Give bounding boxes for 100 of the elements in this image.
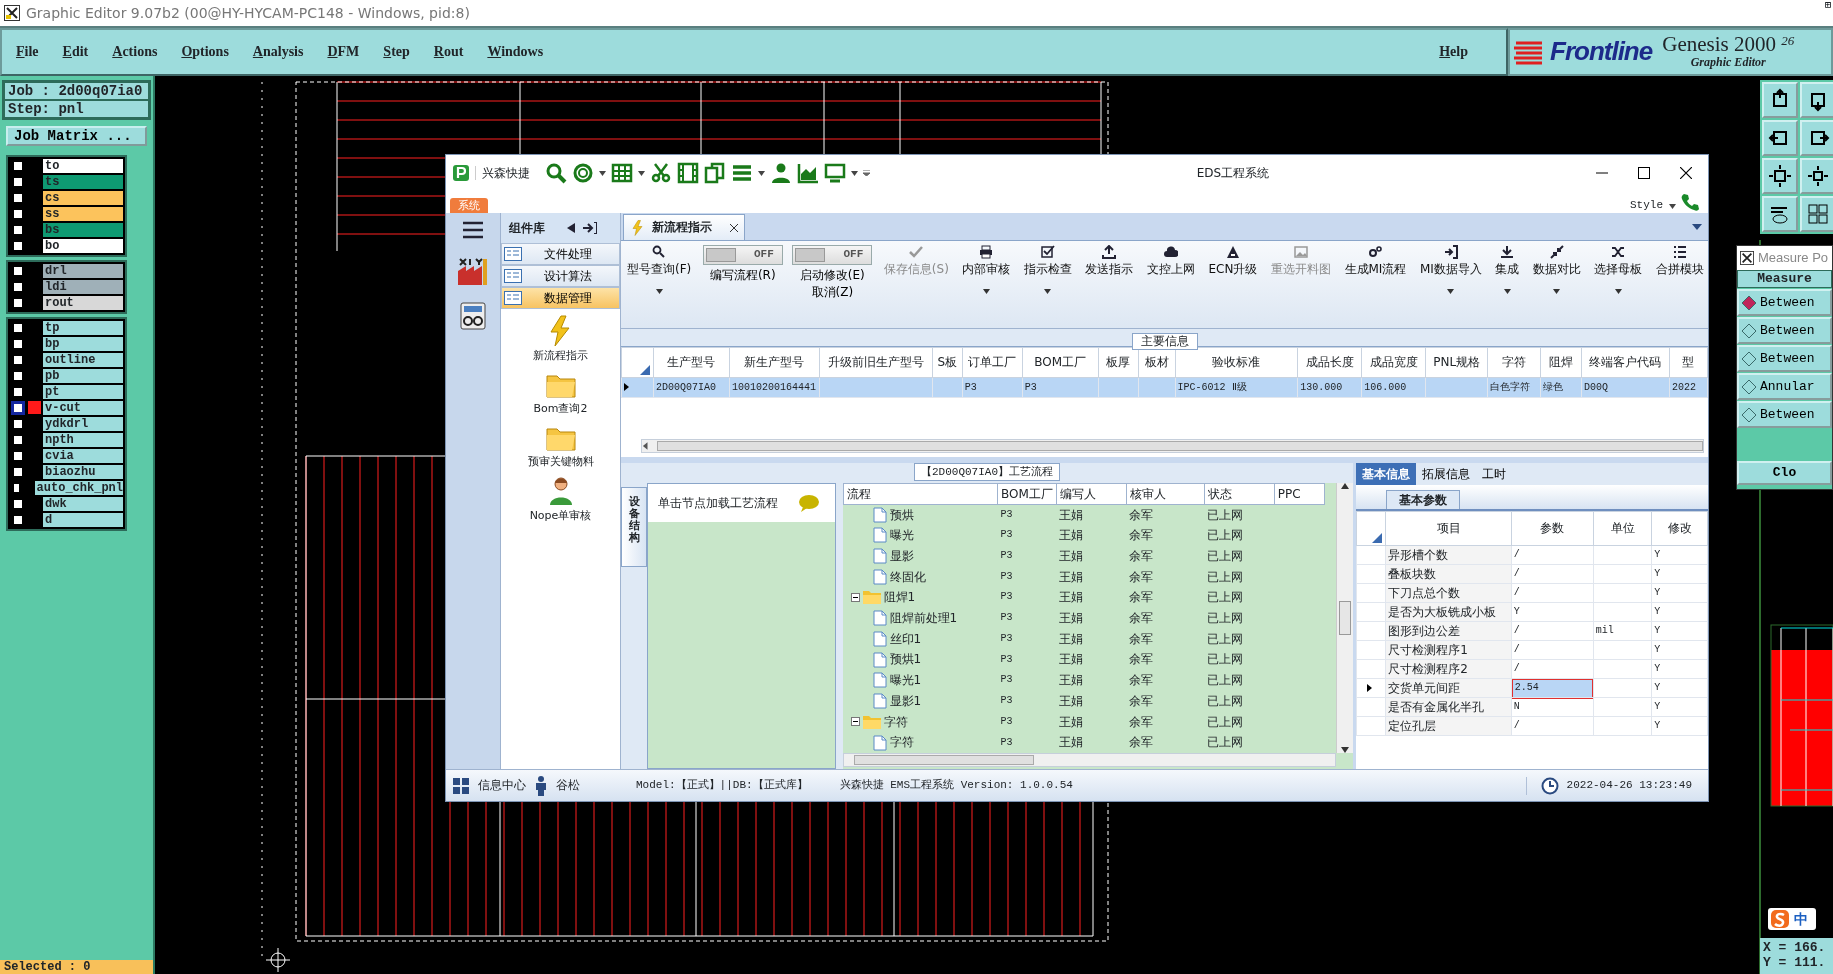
menu-item[interactable]: Analysis bbox=[252, 43, 304, 61]
layer-checkbox[interactable] bbox=[11, 280, 25, 294]
radio-option[interactable]: Between bbox=[1737, 345, 1832, 372]
tree-node-label[interactable]: 阻焊前处理1 bbox=[889, 610, 958, 626]
column-header[interactable]: 字符 bbox=[1487, 347, 1541, 378]
document-tab[interactable]: 新流程指示 bbox=[623, 214, 745, 240]
search-icon[interactable] bbox=[545, 162, 567, 184]
radio-option[interactable]: Between bbox=[1737, 317, 1832, 344]
layer-name[interactable]: ts bbox=[43, 175, 123, 189]
view-tool-button[interactable] bbox=[1762, 120, 1798, 156]
view-tool-button[interactable] bbox=[1762, 158, 1798, 194]
toolbar-button[interactable]: 合拼模块 bbox=[1653, 245, 1706, 328]
layer-name[interactable]: to bbox=[43, 159, 123, 173]
column-header[interactable]: 项目 bbox=[1385, 511, 1512, 546]
phone-icon[interactable] bbox=[1680, 192, 1700, 212]
style-menu[interactable]: Style bbox=[1630, 198, 1663, 212]
layer-checkbox[interactable] bbox=[11, 385, 25, 399]
toolbar-button[interactable]: 数据对比 bbox=[1530, 245, 1583, 328]
tree-node-label[interactable]: 显影 bbox=[889, 548, 914, 564]
menu-item[interactable]: Help bbox=[1439, 43, 1468, 61]
tree-node-label[interactable]: 字符 bbox=[883, 714, 908, 729]
sidebar-item[interactable]: 设计算法 bbox=[501, 265, 620, 287]
layer-checkbox[interactable] bbox=[11, 465, 25, 479]
layer-name[interactable]: rout bbox=[43, 296, 123, 310]
collapse-icon[interactable] bbox=[567, 223, 575, 233]
layer-checkbox[interactable] bbox=[11, 497, 25, 511]
column-header[interactable]: BOM工厂 bbox=[1022, 347, 1099, 378]
column-header[interactable]: 阻焊 bbox=[1540, 347, 1582, 378]
user-icon[interactable] bbox=[770, 162, 792, 184]
radio-option[interactable]: Annular bbox=[1737, 373, 1832, 400]
toolbar-button[interactable]: 生成MI流程 bbox=[1342, 245, 1409, 328]
layer-name[interactable]: drl bbox=[43, 264, 123, 278]
side-tab[interactable]: 设备结构 bbox=[621, 487, 647, 567]
layer-name[interactable]: bo bbox=[43, 239, 123, 253]
scroll-down-icon[interactable] bbox=[1341, 747, 1349, 753]
close-button[interactable]: Clo bbox=[1737, 461, 1832, 485]
menu-item[interactable]: Windows bbox=[487, 43, 544, 61]
tree-node-label[interactable]: 曝光1 bbox=[889, 673, 922, 688]
expander-icon[interactable] bbox=[850, 592, 860, 602]
sidebar-item[interactable]: 数据管理 bbox=[501, 287, 620, 309]
table-icon[interactable] bbox=[611, 162, 633, 184]
expander-icon[interactable] bbox=[850, 717, 860, 727]
column-header[interactable]: 单位 bbox=[1593, 511, 1652, 546]
layer-name[interactable]: bp bbox=[43, 337, 123, 351]
tree-node-label[interactable]: 曝光 bbox=[889, 528, 914, 543]
panel-tab[interactable]: 工时 bbox=[1476, 463, 1512, 485]
layer-checkbox[interactable] bbox=[11, 449, 25, 463]
scroll-up-icon[interactable] bbox=[1341, 483, 1349, 489]
toolbar-button[interactable]: 内部审核 bbox=[960, 245, 1013, 328]
caret-icon[interactable] bbox=[638, 170, 645, 176]
column-header[interactable]: 升级前旧生产型号 bbox=[819, 347, 933, 378]
column-header[interactable]: 状态 bbox=[1204, 483, 1275, 505]
close-icon[interactable] bbox=[1680, 167, 1692, 179]
tool-label[interactable]: 预审关键物料 bbox=[527, 455, 594, 469]
layer-name[interactable]: v-cut bbox=[43, 401, 123, 415]
menu-item[interactable]: Actions bbox=[112, 43, 158, 61]
sidebar-item[interactable]: 文件处理 bbox=[501, 243, 620, 265]
dock-icon[interactable] bbox=[583, 222, 597, 234]
view-tool-button[interactable] bbox=[1800, 158, 1833, 194]
column-header[interactable]: 流程 bbox=[843, 483, 998, 505]
layer-checkbox[interactable] bbox=[11, 353, 25, 367]
layer-name[interactable]: biaozhu bbox=[43, 465, 123, 479]
layer-checkbox[interactable] bbox=[11, 159, 25, 173]
layer-name[interactable]: outline bbox=[43, 353, 123, 367]
toolbar-button[interactable]: 指示检查 bbox=[1021, 245, 1074, 328]
tool-label[interactable]: Bom查询2 bbox=[533, 402, 588, 416]
scissors-icon[interactable] bbox=[650, 162, 672, 184]
layer-checkbox[interactable] bbox=[11, 223, 25, 237]
column-header[interactable]: 订单工厂 bbox=[962, 347, 1023, 378]
tool-label[interactable]: 新流程指示 bbox=[533, 349, 588, 363]
toolbar-button[interactable]: 选择母板 bbox=[1592, 245, 1645, 328]
layer-checkbox[interactable] bbox=[11, 264, 25, 278]
column-header[interactable]: 成品宽度 bbox=[1361, 347, 1426, 378]
caret-icon[interactable] bbox=[1669, 204, 1676, 209]
tool-label[interactable]: Nope单审核 bbox=[529, 508, 592, 522]
layer-name[interactable]: tp bbox=[43, 321, 123, 335]
status-text[interactable]: 信息中心 bbox=[478, 778, 526, 793]
horizontal-scrollbar[interactable] bbox=[843, 753, 1336, 767]
column-header[interactable]: PNL规格 bbox=[1425, 347, 1488, 378]
column-header[interactable]: PPC bbox=[1274, 483, 1325, 505]
layer-checkbox[interactable] bbox=[11, 296, 25, 310]
column-header[interactable]: S板 bbox=[932, 347, 963, 378]
tree-node-label[interactable]: 预烘1 bbox=[889, 652, 922, 667]
toggle-switch[interactable]: OFF bbox=[792, 245, 873, 265]
toolbar-button[interactable]: 集成 bbox=[1493, 245, 1522, 328]
toolbar-button[interactable]: 发送指示 bbox=[1083, 245, 1136, 328]
layer-name[interactable]: ydkdrl bbox=[43, 417, 123, 431]
tree-node-label[interactable]: 丝印1 bbox=[889, 631, 922, 647]
menu-item[interactable]: Options bbox=[181, 43, 229, 61]
layer-name[interactable]: ldi bbox=[43, 280, 123, 294]
menu-icon[interactable] bbox=[462, 221, 484, 239]
layer-checkbox[interactable] bbox=[11, 433, 25, 447]
toggle-switch[interactable]: OFF bbox=[702, 245, 783, 265]
layer-name[interactable]: bs bbox=[43, 223, 123, 237]
radio-option[interactable]: Between bbox=[1737, 289, 1832, 316]
close-icon[interactable] bbox=[730, 223, 738, 232]
column-header[interactable]: 核审人 bbox=[1126, 483, 1205, 505]
layer-checkbox[interactable] bbox=[11, 513, 25, 527]
layer-name[interactable]: d bbox=[43, 513, 123, 527]
radio-option[interactable]: Between bbox=[1737, 401, 1832, 428]
